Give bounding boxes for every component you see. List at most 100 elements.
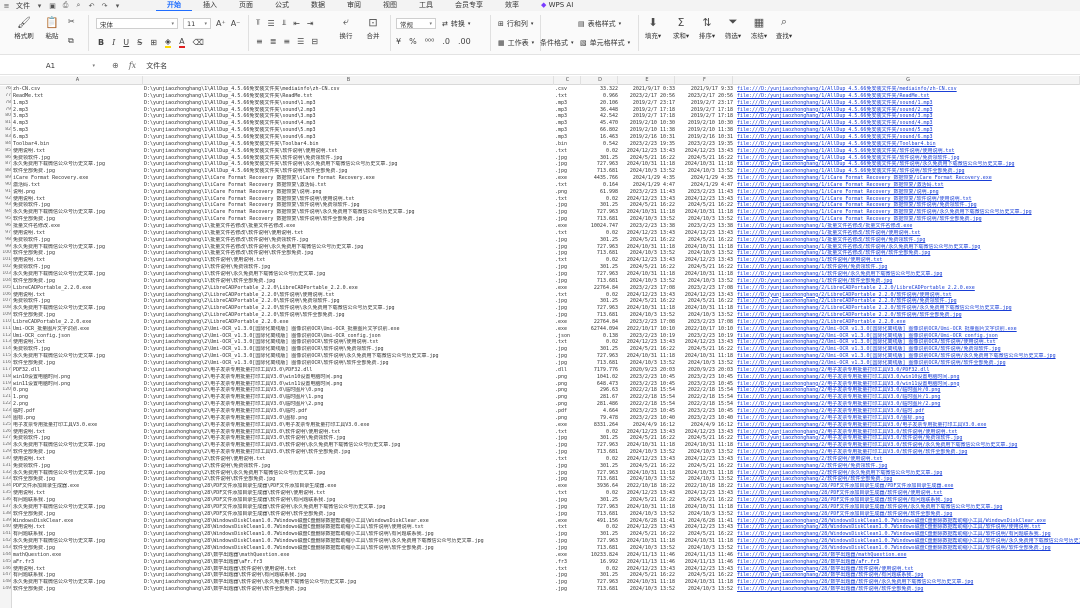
cell-modified[interactable]: 2024/4/9 16:12 [677,422,733,429]
indent-decrease-icon[interactable]: ⇤ [293,19,300,28]
row-number[interactable]: 144 [0,552,11,559]
cell-created[interactable]: 2024/12/23 13:43 [620,230,675,237]
cell-size[interactable]: 727.963 [583,209,618,216]
decrease-font-icon[interactable]: A⁻ [231,19,241,28]
cell-hyperlink[interactable]: file:///D:/yunjiaozhonghang/2/电子发票专用批量打印… [737,381,1080,388]
cell-path[interactable]: D:\yunjiaozhonghang\2\电子发票专用批量打印工具V3.0\临… [144,387,554,394]
cell-size[interactable]: 0.138 [583,333,618,340]
format-painter-button[interactable]: 🖌 格式刷 [12,15,36,41]
row-number[interactable]: 88 [0,168,11,175]
row-number[interactable]: 117 [0,367,11,374]
cell-size[interactable]: 66.802 [583,127,618,134]
number-format-select[interactable]: 常规 ▾ [396,18,436,29]
cell-created[interactable]: 2024/10/3 13:52 [620,449,675,456]
cell-created[interactable]: 2024/10/31 11:18 [620,504,675,511]
cell-path[interactable]: D:\yunjiaozhonghang\28\数学出题器\软件说明\有问题联系我… [144,572,554,579]
cell-created[interactable]: 2024/12/23 13:43 [620,429,675,436]
cell-hyperlink[interactable]: file:///D:/yunjiaozhonghang/2/LibreCADPo… [737,292,1080,299]
cell-created[interactable]: 2019/2/7 17:18 [620,107,675,114]
sort-button[interactable]: ⇅ 排序▾ [696,15,718,41]
cell-hyperlink[interactable]: file:///D:/yunjiaozhonghang/28/数学出题器/aFr… [737,559,1080,566]
row-number[interactable]: 125 [0,422,11,429]
align-middle-icon[interactable]: ☰ [268,19,275,28]
zoom-formula-icon[interactable]: ⊕ [112,61,119,70]
cell-hyperlink[interactable]: file:///D:/yunjiaozhonghang/2/LibreCADPo… [737,298,1080,305]
row-number[interactable]: 139 [0,518,11,525]
cell-size[interactable]: 36.448 [583,107,618,114]
cell-created[interactable]: 2024/5/21 16:22 [620,497,675,504]
cell-extension[interactable]: .mp3 [555,100,581,107]
cell-hyperlink[interactable]: file:///D:/yunjiaozhonghang/2/LibreCADPo… [737,319,1080,326]
cell-size[interactable]: 0.02 [583,257,618,264]
cell-modified[interactable]: 2024/10/3 13:52 [677,168,733,175]
worksheet-button[interactable]: ▦ 工作表 ▾ [498,38,534,48]
cell-extension[interactable]: .bin [555,141,581,148]
cell-created[interactable]: 2024/10/31 11:18 [620,161,675,168]
cell-hyperlink[interactable]: file:///D:/yunjiaozhonghang/2/电子发票专用批量打印… [737,422,1080,429]
cell-filename[interactable]: 永久免费用下载微信公众号历史文章.jpg [13,470,143,477]
cell-filename[interactable]: 有问题联系我.jpg [13,497,143,504]
cell-path[interactable]: D:\yunjiaozhonghang\1\批量文件名修改\软件说明\软件全部免… [144,250,554,257]
cell-size[interactable]: 713.681 [583,449,618,456]
cell-hyperlink[interactable]: file:///D:/yunjiaozhonghang/1/软件说明/永久免费用… [737,271,1080,278]
cell-size[interactable]: 713.681 [583,545,618,552]
cell-filename[interactable]: 免费领软件.jpg [13,155,143,162]
cell-filename[interactable]: 2.mp3 [13,107,143,114]
cell-created[interactable]: 2024/10/3 13:52 [620,216,675,223]
cell-created[interactable]: 2024/5/21 16:22 [620,346,675,353]
cell-filename[interactable]: PDF文件添加目录生成器.exe [13,483,143,490]
cell-hyperlink[interactable]: file:///D:/yunjiaozhonghang/1/AllDup_4.5… [737,100,1080,107]
cell-filename[interactable]: 图标.png [13,415,143,422]
cell-created[interactable]: 2024/12/23 13:43 [620,196,675,203]
cell-created[interactable]: 2023/2/23 17:08 [620,285,675,292]
cell-path[interactable]: D:\yunjiaozhonghang\28\PDF文件添加目录生成器\软件说明… [144,504,554,511]
cell-filename[interactable]: 免费领软件.jpg [13,237,143,244]
cell-modified[interactable]: 2024/5/21 16:22 [677,572,733,579]
cell-path[interactable]: D:\yunjiaozhonghang\1\iCare Format Recov… [144,216,554,223]
cell-created[interactable]: 2023/2/23 10:45 [620,374,675,381]
cell-modified[interactable]: 2022/10/18 18:22 [677,483,733,490]
cell-size[interactable]: 301.25 [583,497,618,504]
save-icon[interactable]: ▣ [48,2,57,10]
row-number[interactable]: 132 [0,470,11,477]
cell-size[interactable]: 42.542 [583,113,618,120]
cell-size[interactable]: 16.463 [583,134,618,141]
cell-filename[interactable]: PDF32.dll [13,367,143,374]
cell-size[interactable]: 301.25 [583,346,618,353]
cell-hyperlink[interactable]: file:///D:/yunjiaozhonghang/2/电子发票专用批量打印… [737,367,1080,374]
row-number[interactable]: 83 [0,134,11,141]
cell-size[interactable]: 0.02 [583,196,618,203]
cell-extension[interactable]: .jpg [555,244,581,251]
cell-modified[interactable]: 2022/2/18 15:54 [677,394,733,401]
tab-review[interactable]: 审阅 [336,0,372,11]
cell-size[interactable]: 22764.84 [583,285,618,292]
cell-hyperlink[interactable]: file:///D:/yunjiaozhonghang/28/数学出题器/软件说… [737,566,1080,573]
cell-hyperlink[interactable]: file:///D:/yunjiaozhonghang/1/AllDup_4.5… [737,93,1080,100]
cell-size[interactable]: 4435.766 [583,175,618,182]
cell-filename[interactable]: 软件全部免费.jpg [13,312,143,319]
cell-path[interactable]: D:\yunjiaozhonghang\2\Umi-OCR_v1.3.0[国际化… [144,360,554,367]
quick-access-dropdown-icon[interactable]: ▾ [113,2,122,10]
cell-created[interactable]: 2024/10/31 11:18 [620,470,675,477]
cell-extension[interactable]: .txt [555,230,581,237]
cell-size[interactable]: 61.998 [583,189,618,196]
cell-path[interactable]: D:\yunjiaozhonghang\2\电子发票专用批量打印工具V3.0\临… [144,408,554,415]
cell-path[interactable]: D:\yunjiaozhonghang\1\AllDup_4.5.66免安装文件… [144,141,554,148]
cell-path[interactable]: D:\yunjiaozhonghang\28\WindowsDiskClean1… [144,531,554,538]
cell-filename[interactable]: 使用说明.txt [13,148,143,155]
cell-hyperlink[interactable]: file:///D:/yunjiaozhonghang/2/电子发票专用批量打印… [737,415,1080,422]
cell-extension[interactable]: .mp3 [555,120,581,127]
cell-extension[interactable]: .jpg [555,353,581,360]
cell-extension[interactable]: .exe [555,483,581,490]
cell-filename[interactable]: WindowsDiskClear.exe [13,518,143,525]
row-number[interactable]: 124 [0,415,11,422]
cell-hyperlink[interactable]: file:///D:/yunjiaozhonghang/1/iCare Form… [737,175,1080,182]
cell-created[interactable]: 2024/10/31 11:18 [620,353,675,360]
cell-extension[interactable]: .jpg [555,216,581,223]
cell-filename[interactable]: 3.mp3 [13,113,143,120]
cell-filename[interactable]: 软件全部免费.jpg [13,216,143,223]
cell-hyperlink[interactable]: file:///D:/yunjiaozhonghang/2/Umi-OCR_v1… [737,326,1080,333]
row-number[interactable]: 122 [0,401,11,408]
cell-size[interactable]: 727.963 [583,271,618,278]
cell-modified[interactable]: 2022/2/18 15:54 [677,387,733,394]
